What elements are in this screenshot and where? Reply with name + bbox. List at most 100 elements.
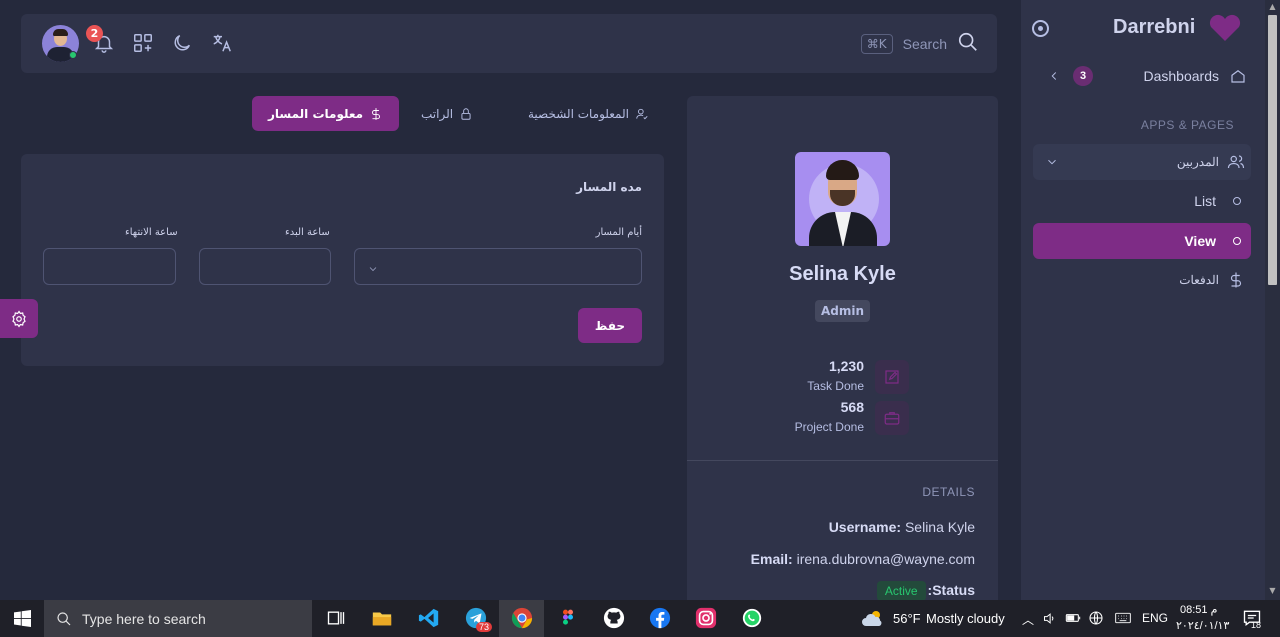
edit-icon xyxy=(875,360,909,394)
moon-icon[interactable] xyxy=(171,32,193,54)
tab-personal-info[interactable]: المعلومات الشخصية xyxy=(528,96,649,131)
vscode-icon[interactable] xyxy=(417,606,441,630)
detail-username: Username: Selina Kyle xyxy=(829,519,975,535)
detail-key: Email: xyxy=(750,551,793,567)
user-check-icon xyxy=(636,108,648,119)
whatsapp-icon[interactable] xyxy=(740,606,764,630)
chevron-up-icon[interactable]: ︿ xyxy=(1022,611,1034,628)
sidebar-item-label: View xyxy=(1184,233,1216,249)
github-icon[interactable] xyxy=(602,606,626,630)
weather-temp: 56°F xyxy=(893,611,921,626)
clock-date[interactable]: ٢٠٢٤/٠١/١٣ xyxy=(1176,619,1229,632)
details-heading: DETAILS xyxy=(922,485,975,499)
search-area[interactable]: ⌘K Search xyxy=(860,31,979,57)
profile-photo xyxy=(795,152,890,246)
brand-name: Darrebni xyxy=(1113,16,1196,38)
tab-track-info[interactable]: معلومات المسار xyxy=(252,96,400,131)
windows-taskbar: Type here to search 73 56°F Mostly cloud… xyxy=(0,600,1280,637)
search-icon xyxy=(57,611,71,625)
project-done-value: 568 xyxy=(840,399,864,415)
sidebar-item-view[interactable]: View xyxy=(1033,223,1251,259)
page-scrollbar[interactable]: ▲ ▼ xyxy=(1265,0,1280,600)
notifications-count: 18 xyxy=(1251,620,1262,630)
notification-badge: 2 xyxy=(86,25,103,42)
weather-cloud-icon[interactable] xyxy=(861,606,885,630)
tab-label: الراتب xyxy=(421,106,454,121)
search-icon[interactable] xyxy=(957,31,979,57)
keyboard-icon[interactable] xyxy=(1110,606,1136,630)
detail-status: Active:Status xyxy=(876,581,975,600)
top-navbar: 2 ⌘K Search xyxy=(21,14,997,73)
detail-email: Email: irena.dubrovna@wayne.com xyxy=(751,551,975,567)
speaker-icon[interactable] xyxy=(1040,606,1058,630)
project-done-label: Project Done xyxy=(794,420,864,434)
task-view-icon[interactable] xyxy=(324,606,348,630)
chrome-icon[interactable] xyxy=(510,606,534,630)
search-shortcut-hint: ⌘K xyxy=(860,34,893,54)
dollar-icon xyxy=(1230,272,1242,288)
track-days-label: أيام المسار xyxy=(595,227,642,238)
language-indicator[interactable]: ENG xyxy=(1142,611,1168,625)
sidebar-item-label: المدربين xyxy=(1176,155,1219,169)
divider xyxy=(687,460,998,461)
circle-icon xyxy=(1233,237,1241,245)
telegram-badge: 73 xyxy=(476,622,493,632)
sidebar-item-list[interactable]: List xyxy=(1033,183,1251,219)
windows-start-icon[interactable] xyxy=(10,606,34,630)
tab-label: المعلومات الشخصية xyxy=(528,106,629,121)
scrollbar-thumb[interactable] xyxy=(1268,15,1277,285)
heart-logo-icon xyxy=(1209,14,1241,41)
figma-icon[interactable] xyxy=(556,606,580,630)
search-label[interactable]: Search xyxy=(903,36,947,52)
taskbar-search[interactable]: Type here to search xyxy=(44,600,312,637)
circle-icon xyxy=(1233,197,1241,205)
end-time-label: ساعة الانتهاء xyxy=(125,227,178,238)
save-button[interactable]: حفظ xyxy=(578,308,642,343)
sidebar-item-label: List xyxy=(1194,193,1216,209)
task-done-label: Task Done xyxy=(807,379,864,393)
dollar-icon xyxy=(372,107,381,120)
sidebar-toggle-icon[interactable] xyxy=(1032,20,1049,37)
track-duration-card: مده المسار أيام المسار ساعة البدء ساعة ا… xyxy=(21,154,664,366)
start-time-input[interactable] xyxy=(199,248,331,285)
instagram-icon[interactable] xyxy=(694,606,718,630)
status-badge: Active xyxy=(876,581,926,600)
battery-icon[interactable] xyxy=(1063,606,1083,630)
dashboards-count-badge: 3 xyxy=(1073,66,1093,86)
apps-grid-icon[interactable] xyxy=(132,32,154,54)
chevron-down-icon xyxy=(367,260,379,279)
translate-icon[interactable] xyxy=(211,32,233,54)
tab-label: معلومات المسار xyxy=(268,106,364,121)
role-badge: Admin xyxy=(815,300,870,322)
file-explorer-icon[interactable] xyxy=(370,606,394,630)
profile-card: Selina Kyle Admin 1,230 Task Done 568 Pr… xyxy=(687,96,998,600)
chevron-down-icon xyxy=(1048,159,1056,165)
start-time-label: ساعة البدء xyxy=(285,227,330,238)
weather-desc: Mostly cloudy xyxy=(926,611,1005,626)
profile-name: Selina Kyle xyxy=(789,263,896,285)
track-days-select[interactable] xyxy=(354,248,642,285)
clock-time[interactable]: 08:51 م xyxy=(1180,603,1217,616)
sidebar-item-label: Dashboards xyxy=(1143,68,1220,84)
scroll-up-arrow[interactable]: ▲ xyxy=(1265,2,1280,11)
facebook-icon[interactable] xyxy=(648,606,672,630)
sidebar-item-label: الدفعات xyxy=(1179,273,1219,287)
sidebar-item-dashboards[interactable]: 3 Dashboards xyxy=(1033,58,1251,94)
home-icon xyxy=(1231,70,1245,83)
chevron-left-icon xyxy=(1051,72,1057,80)
detail-key: Username: xyxy=(828,519,902,535)
tab-salary[interactable]: الراتب xyxy=(421,96,473,131)
detail-value: irena.dubrovna@wayne.com xyxy=(796,551,975,567)
online-status-dot xyxy=(69,51,77,59)
users-icon xyxy=(1227,155,1245,169)
end-time-input[interactable] xyxy=(43,248,176,285)
scroll-down-arrow[interactable]: ▼ xyxy=(1265,586,1280,595)
sidebar: Darrebni 3 Dashboards APPS & PAGES المدر… xyxy=(1021,0,1265,600)
sidebar-item-payments[interactable]: الدفعات xyxy=(1033,262,1251,298)
customizer-toggle[interactable] xyxy=(0,299,38,338)
detail-value: Selina Kyle xyxy=(904,519,975,535)
form-title: مده المسار xyxy=(576,180,642,194)
gear-icon xyxy=(12,309,26,328)
globe-icon[interactable] xyxy=(1086,606,1106,630)
sidebar-item-trainers[interactable]: المدربين xyxy=(1033,144,1251,180)
